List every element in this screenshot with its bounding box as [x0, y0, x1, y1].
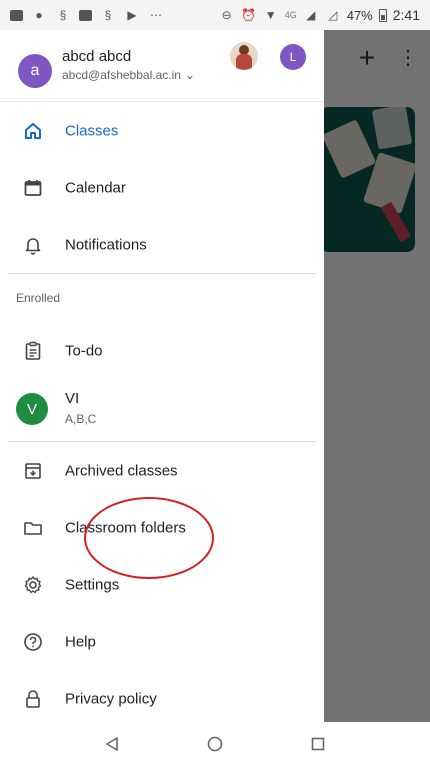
network-type: 4G [284, 10, 297, 20]
nav-label-archived: Archived classes [65, 462, 178, 479]
clipboard-icon [22, 340, 44, 362]
battery-icon [378, 8, 387, 22]
account-name: abcd abcd [62, 48, 132, 65]
nav-item-classes[interactable]: Classes [0, 102, 324, 159]
notification-icon [79, 9, 92, 21]
notification-icon [10, 9, 23, 21]
home-button-icon[interactable] [200, 729, 230, 759]
nav-label-folders: Classroom folders [65, 519, 186, 536]
signal-icon: ◢ [306, 8, 316, 22]
class-name: VI [65, 390, 80, 407]
calendar-icon [22, 177, 44, 199]
app-icon: § [59, 8, 67, 22]
folder-icon [22, 517, 44, 539]
home-icon [22, 120, 44, 142]
nav-item-help[interactable]: Help [0, 613, 324, 670]
account-avatar[interactable]: a [18, 54, 52, 88]
nav-item-todo[interactable]: To-do [0, 322, 324, 379]
system-navigation-bar [0, 722, 430, 765]
wifi-icon: ▼ [264, 8, 277, 22]
nav-label-settings: Settings [65, 576, 120, 593]
enrolled-class-item[interactable]: V VI A,B,C [0, 379, 324, 439]
nav-item-privacy-policy[interactable]: Privacy policy [0, 670, 324, 722]
status-notifications: ● § § ▶ ⋯ [10, 7, 164, 23]
archive-icon [22, 460, 44, 482]
class-section: A,B,C [65, 412, 97, 426]
recents-icon[interactable] [303, 729, 333, 759]
nav-label-calendar: Calendar [65, 179, 126, 196]
app-icon: ▶ [127, 8, 137, 22]
back-icon[interactable] [97, 729, 127, 759]
class-avatar: V [16, 393, 48, 425]
lock-icon [22, 688, 44, 710]
gear-icon [22, 574, 44, 596]
account-email: abcd@afshebbal.ac.in [62, 68, 181, 82]
battery-percent: 47% [346, 7, 373, 23]
navigation-drawer: a abcd abcd abcd@afshebbal.ac.in ⌄ L Cla… [0, 30, 324, 722]
avatar-photo-body [236, 54, 252, 70]
app-icon: § [104, 8, 112, 22]
enrolled-section-header: Enrolled [16, 291, 61, 305]
nav-label-privacy: Privacy policy [65, 690, 157, 707]
bell-icon [22, 234, 44, 256]
nav-label-help: Help [65, 633, 96, 650]
nav-label-notifications: Notifications [65, 236, 147, 253]
nav-label-todo: To-do [65, 342, 103, 359]
help-icon [22, 631, 44, 653]
other-account-photo-avatar[interactable] [230, 42, 258, 70]
dnd-icon: ⊖ [221, 8, 232, 22]
app-icon: ● [35, 8, 43, 22]
nav-item-calendar[interactable]: Calendar [0, 159, 324, 216]
nav-label-classes: Classes [65, 122, 119, 139]
status-bar: ● § § ▶ ⋯ ⊖ ⏰ ▼ 4G ◢ ◿ 47% 2:41 [0, 0, 430, 30]
more-notifications-icon: ⋯ [150, 8, 162, 22]
other-account-avatar[interactable]: L [280, 44, 306, 70]
chevron-down-icon[interactable]: ⌄ [185, 68, 195, 82]
clock: 2:41 [392, 7, 420, 23]
nav-item-notifications[interactable]: Notifications [0, 216, 324, 273]
account-header[interactable]: a abcd abcd abcd@afshebbal.ac.in ⌄ L [0, 30, 324, 102]
nav-item-archived-classes[interactable]: Archived classes [0, 442, 324, 499]
account-email-row[interactable]: abcd@afshebbal.ac.in ⌄ [62, 68, 195, 82]
nav-item-classroom-folders[interactable]: Classroom folders [0, 499, 324, 556]
signal-icon: ◿ [328, 8, 338, 22]
alarm-icon: ⏰ [241, 8, 257, 22]
nav-item-settings[interactable]: Settings [0, 556, 324, 613]
